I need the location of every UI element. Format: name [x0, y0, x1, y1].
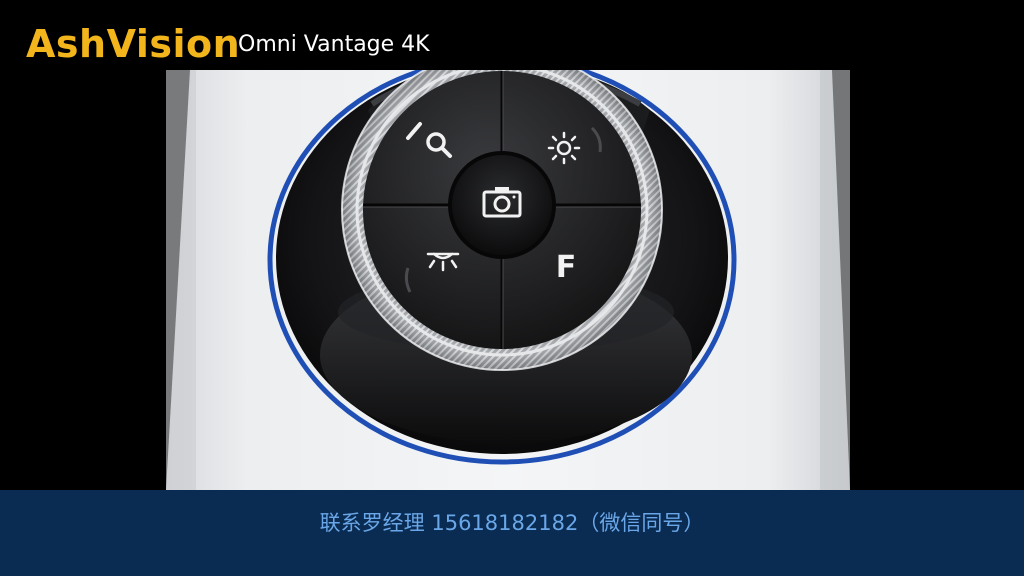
camera-button[interactable] [478, 182, 526, 222]
model-name: Omni Vantage 4K [238, 32, 430, 57]
camera-icon [482, 187, 522, 218]
light-button[interactable] [422, 246, 464, 278]
light-icon [426, 252, 460, 272]
focus-icon: F [555, 250, 577, 285]
focus-button[interactable]: F [546, 248, 586, 288]
zoom-icon [406, 122, 452, 158]
brightness-button[interactable] [544, 128, 584, 168]
contact-text: 联系罗经理 15618182182（微信同号） [319, 511, 705, 535]
brand-logo: AshVision [26, 22, 241, 66]
device-body-shade-left [166, 70, 196, 490]
zoom-button[interactable] [398, 114, 462, 164]
brightness-icon [547, 131, 581, 165]
device-body-shade-right [820, 70, 850, 490]
